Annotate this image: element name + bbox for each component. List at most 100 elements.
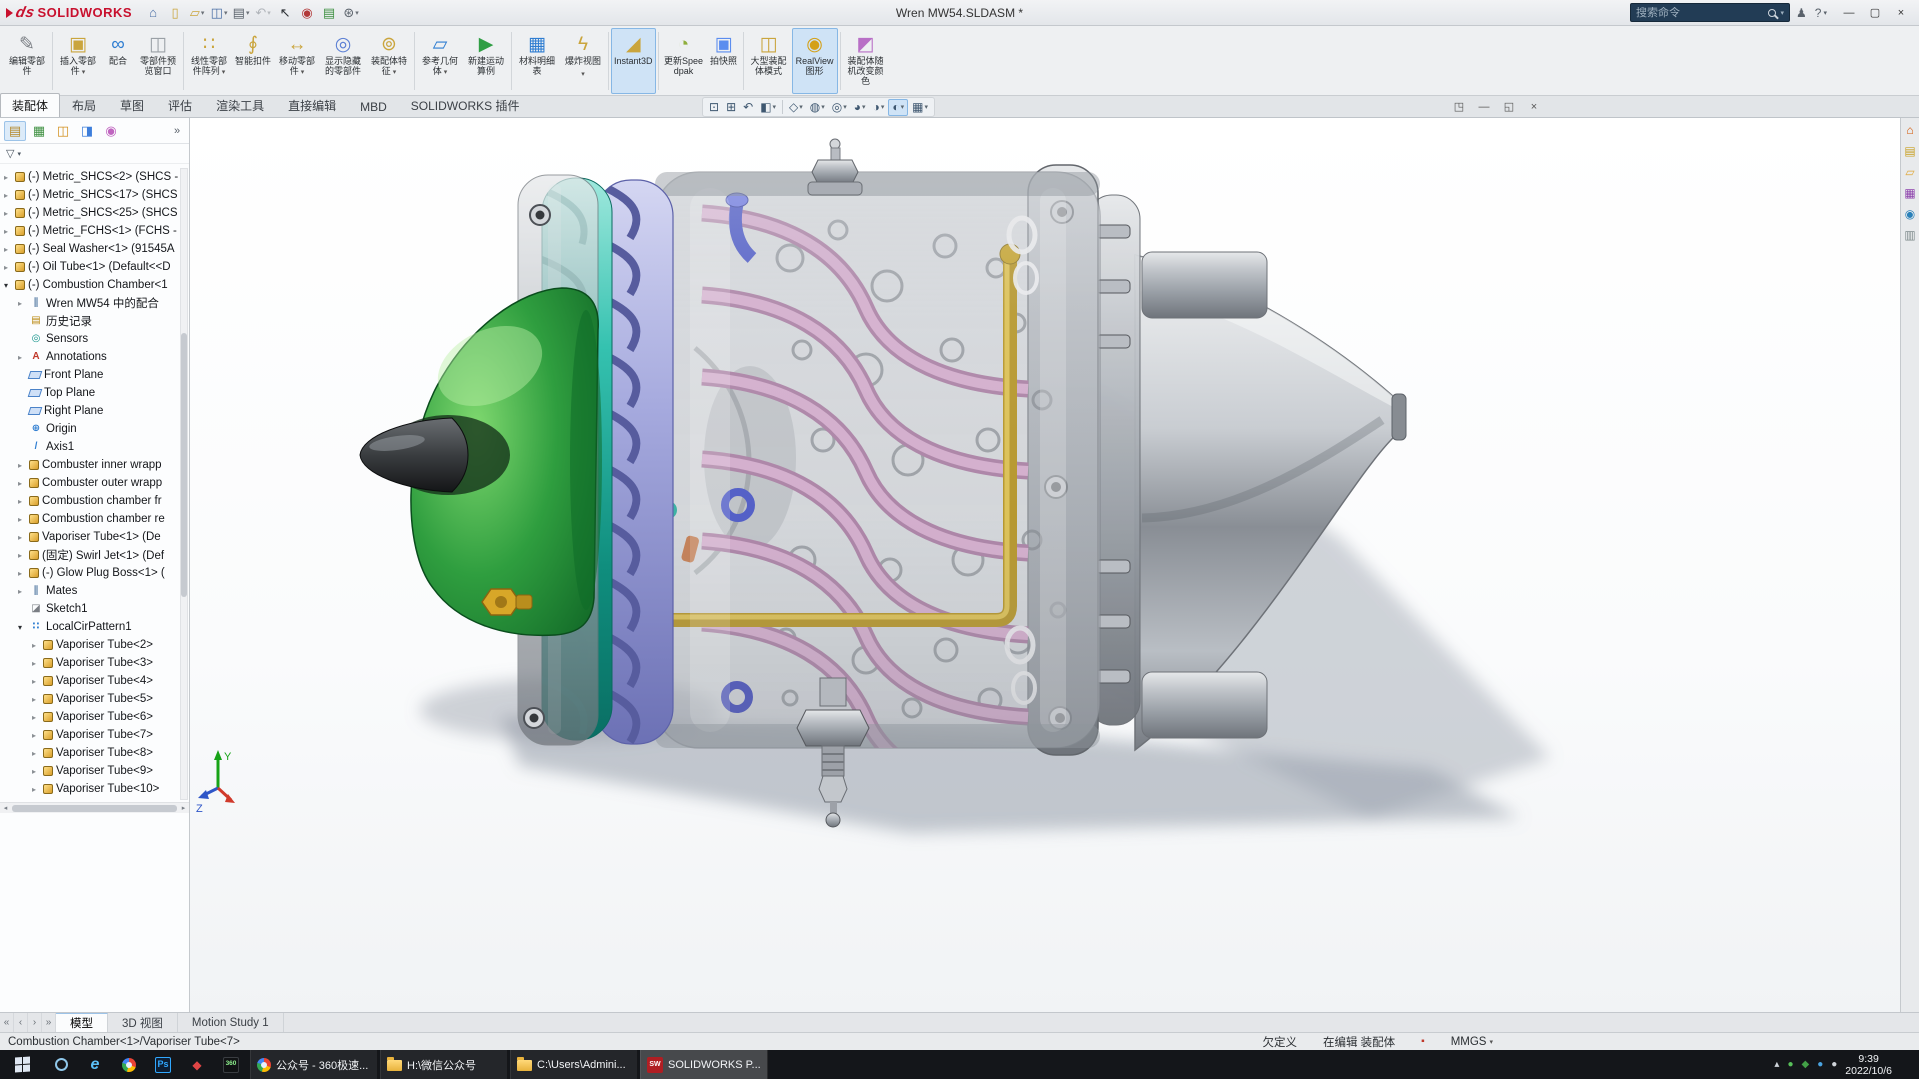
settings-gear-icon[interactable]: ⊛▾ (340, 3, 362, 23)
engine-3d-view[interactable]: Y Z (190, 118, 1900, 1012)
tab-渲染工具[interactable]: 渲染工具 (204, 93, 276, 117)
tree-item[interactable]: ▸Vaporiser Tube<9> (0, 762, 180, 780)
tree-item[interactable]: ▸Vaporiser Tube<4> (0, 672, 180, 690)
expand-arrow-icon[interactable]: ▸ (18, 551, 29, 560)
tree-item[interactable]: ⊕Origin (0, 420, 180, 438)
tree-item[interactable]: ▸∥Mates (0, 582, 180, 600)
expand-arrow-icon[interactable]: ▸ (4, 227, 15, 236)
units-selector[interactable]: MMGS ▾ (1451, 1036, 1493, 1048)
chrome-circle-button[interactable] (112, 1050, 146, 1079)
tab-MBD[interactable]: MBD (348, 96, 399, 117)
design-library-icon[interactable]: ▤ (1902, 143, 1918, 159)
ribbon-button-reference-geometry[interactable]: ▱参考几何体 ▾ (417, 28, 463, 94)
display-style-button[interactable]: ◍▾ (807, 99, 828, 116)
expand-arrow-icon[interactable]: ▸ (32, 785, 43, 794)
ribbon-button-assembly-color[interactable]: ◩装配体随机改变颜色 (843, 28, 889, 94)
tray-volume-icon[interactable]: ● (1831, 1060, 1837, 1070)
search-circle-button[interactable] (44, 1050, 78, 1079)
file-explorer-icon[interactable]: ▱ (1902, 164, 1918, 180)
expand-arrow-icon[interactable]: ▸ (32, 731, 43, 740)
ribbon-button-instant3d[interactable]: ◢Instant3D (611, 28, 656, 94)
tree-item[interactable]: ▸Vaporiser Tube<10> (0, 780, 180, 798)
tree-item[interactable]: ▸Combustion chamber re (0, 510, 180, 528)
doc-minimize-icon[interactable]: — (1473, 98, 1495, 115)
scrollbar-thumb[interactable] (181, 333, 187, 598)
window-folder-users[interactable]: C:\Users\Admini... (510, 1050, 638, 1079)
expand-arrow-icon[interactable]: ▸ (18, 533, 29, 542)
tree-item[interactable]: ◪Sketch1 (0, 600, 180, 618)
options-list-icon[interactable]: ▤ (318, 3, 340, 23)
tree-item[interactable]: ▸Vaporiser Tube<8> (0, 744, 180, 762)
top-fitting[interactable] (808, 139, 862, 195)
custom-properties-icon[interactable]: ▥ (1902, 227, 1918, 243)
tree-item[interactable]: Top Plane (0, 384, 180, 402)
solidworks-resources-icon[interactable]: ⌂ (1902, 122, 1918, 138)
tree-item[interactable]: ▾∷LocalCirPattern1 (0, 618, 180, 636)
tree-item[interactable]: ▸Combuster outer wrapp (0, 474, 180, 492)
tab-scroll-icon-2[interactable]: › (28, 1013, 42, 1032)
ribbon-button-exploded-view[interactable]: ϟ爆炸视图 ▾ (560, 28, 606, 94)
expand-arrow-icon[interactable]: ▾ (18, 623, 29, 632)
expand-arrow-icon[interactable]: ▸ (18, 497, 29, 506)
expand-arrow-icon[interactable]: ▸ (32, 677, 43, 686)
displaymanager-tab[interactable]: ◉ (100, 121, 122, 141)
taskbar-clock[interactable]: 9:39 2022/10/6 (1845, 1053, 1896, 1077)
user-account-icon[interactable]: ♟ (1796, 6, 1807, 20)
doc-tab-0[interactable]: 模型 (56, 1013, 108, 1032)
tab-评估[interactable]: 评估 (156, 93, 204, 117)
expand-arrow-icon[interactable]: ▸ (18, 479, 29, 488)
ribbon-button-take-snapshot[interactable]: ▣拍快照 (707, 28, 741, 94)
doc-new-window-icon[interactable]: ◳ (1448, 98, 1470, 115)
window-360-browser[interactable]: 公众号 - 360极速... (250, 1050, 378, 1079)
help-icon[interactable]: ?▾ (1815, 6, 1827, 20)
section-view-button[interactable]: ◧▾ (757, 99, 779, 116)
ribbon-button-new-motion-study[interactable]: ▶新建运动算例 (463, 28, 509, 94)
tree-item[interactable]: ▸(-) Oil Tube<1> (Default<<D (0, 258, 180, 276)
ribbon-button-update-speedpak[interactable]: ◔更新Speedpak (661, 28, 707, 94)
tab-草图[interactable]: 草图 (108, 93, 156, 117)
ribbon-button-edit-component[interactable]: ✎编辑零部件 (4, 28, 50, 94)
window-folder-wechat[interactable]: H:\微信公众号 (380, 1050, 508, 1079)
ribbon-button-mate[interactable]: ∞配合 (101, 28, 135, 94)
tree-item[interactable]: ▸Vaporiser Tube<2> (0, 636, 180, 654)
tray-update-icon[interactable]: ● (1787, 1060, 1793, 1070)
tree-item[interactable]: ▸Vaporiser Tube<5> (0, 690, 180, 708)
view-settings-button[interactable]: ◐▾ (888, 99, 908, 116)
configurationmanager-tab[interactable]: ◫ (52, 121, 74, 141)
ribbon-button-move-component[interactable]: ↔移动零部件 ▾ (274, 28, 320, 94)
save-icon[interactable]: ◫▾ (208, 3, 230, 23)
scroll-right-icon[interactable]: ▸ (178, 804, 189, 812)
start-button[interactable] (0, 1050, 44, 1079)
propertymanager-tab[interactable]: ▦ (28, 121, 50, 141)
maximize-button[interactable]: ▢ (1863, 4, 1887, 22)
expand-arrow-icon[interactable]: ▸ (32, 641, 43, 650)
expand-arrow-icon[interactable]: ▾ (4, 281, 15, 290)
search-input[interactable] (1636, 7, 1762, 19)
previous-view-button[interactable]: ↶ (740, 99, 756, 116)
tree-filter-row[interactable]: ▽ ▾ (0, 144, 189, 164)
doc-tab-2[interactable]: Motion Study 1 (178, 1013, 284, 1032)
tree-horizontal-scrollbar[interactable]: ◂ ▸ (0, 802, 189, 813)
print-icon[interactable]: ▤▾ (230, 3, 252, 23)
view-palette-icon[interactable]: ▦ (1902, 185, 1918, 201)
expand-arrow-icon[interactable]: ▸ (4, 245, 15, 254)
search-icon[interactable] (1768, 9, 1776, 17)
expand-arrow-icon[interactable]: ▸ (32, 695, 43, 704)
view-orientation-button[interactable]: ◇▾ (786, 99, 806, 116)
expand-arrow-icon[interactable]: ▸ (4, 191, 15, 200)
selection-filter-icon[interactable]: ◉ (296, 3, 318, 23)
tree-item[interactable]: ▸Vaporiser Tube<3> (0, 654, 180, 672)
tree-item[interactable]: ▸(-) Metric_SHCS<25> (SHCS (0, 204, 180, 222)
ie-browser-button[interactable]: e (78, 1050, 112, 1079)
ribbon-button-smart-fasteners[interactable]: ∮智能扣件 (232, 28, 274, 94)
scrollbar-thumb[interactable] (12, 805, 177, 812)
search-caret-icon[interactable]: ▾ (1781, 9, 1785, 17)
tree-vertical-scrollbar[interactable] (180, 168, 188, 800)
tree-item[interactable]: ▸(-) Metric_SHCS<2> (SHCS - (0, 168, 180, 186)
window-solidworks[interactable]: SOLIDWORKS P... (640, 1050, 768, 1079)
edit-appearance-button[interactable]: ◕▾ (851, 99, 869, 116)
tree-item[interactable]: ▸AAnnotations (0, 348, 180, 366)
tab-直接编辑[interactable]: 直接编辑 (276, 93, 348, 117)
tray-shield-icon[interactable]: ◆ (1801, 1060, 1809, 1070)
graphics-area[interactable]: Y Z (190, 118, 1900, 1012)
